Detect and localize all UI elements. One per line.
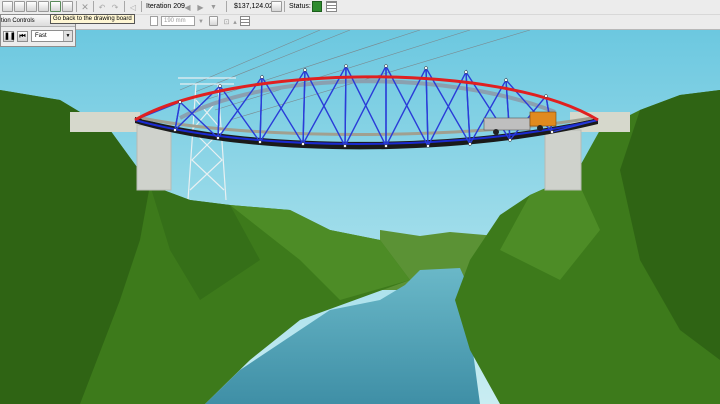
- lock-icon[interactable]: ⊡: [222, 16, 231, 28]
- iteration-menu-icon[interactable]: ▼: [208, 1, 219, 13]
- status-label: Status:: [289, 3, 311, 10]
- status-ok-icon[interactable]: [312, 1, 322, 12]
- rewind-icon[interactable]: ⏮: [17, 31, 28, 42]
- cost-report-icon[interactable]: [271, 1, 282, 12]
- previous-iteration-icon[interactable]: ◀: [182, 1, 193, 13]
- print-icon[interactable]: [26, 1, 37, 12]
- bridge-simulation-view: [0, 30, 720, 404]
- chevron-down-icon: ▼: [63, 31, 72, 41]
- save-icon[interactable]: [14, 1, 25, 12]
- member-table-icon[interactable]: [240, 16, 250, 26]
- undo-icon[interactable]: ↶: [97, 1, 107, 13]
- grid-icon[interactable]: [326, 1, 337, 12]
- size-down-icon[interactable]: ▴: [231, 16, 239, 28]
- iteration-label: Iteration 209: [146, 3, 185, 10]
- pause-icon[interactable]: ❚❚: [3, 31, 16, 42]
- tooltip: Go back to the drawing board: [50, 14, 135, 24]
- drawing-board-icon[interactable]: [50, 1, 61, 12]
- member-size-dropdown-icon[interactable]: ▼: [197, 16, 205, 28]
- back-icon[interactable]: ◁: [128, 1, 138, 13]
- report-icon[interactable]: [62, 1, 73, 12]
- load-test-icon[interactable]: [38, 1, 49, 12]
- member-type-select[interactable]: [150, 16, 158, 26]
- toolbar-row-main: ✕ ↶ ↷ ◁ Iteration 209 ◀ ▶ ▼ $137,124.02 …: [0, 0, 720, 14]
- animation-speed-value: Fast: [35, 33, 47, 39]
- animation-speed-select[interactable]: Fast ▼: [31, 30, 73, 42]
- delete-icon[interactable]: ✕: [80, 1, 90, 13]
- cost-value: $137,124.02: [234, 3, 273, 10]
- size-up-icon[interactable]: [209, 16, 218, 26]
- redo-icon[interactable]: ↷: [110, 1, 120, 13]
- next-iteration-icon[interactable]: ▶: [195, 1, 206, 13]
- member-size-field[interactable]: 190 mm: [161, 16, 195, 26]
- new-icon[interactable]: [2, 1, 13, 12]
